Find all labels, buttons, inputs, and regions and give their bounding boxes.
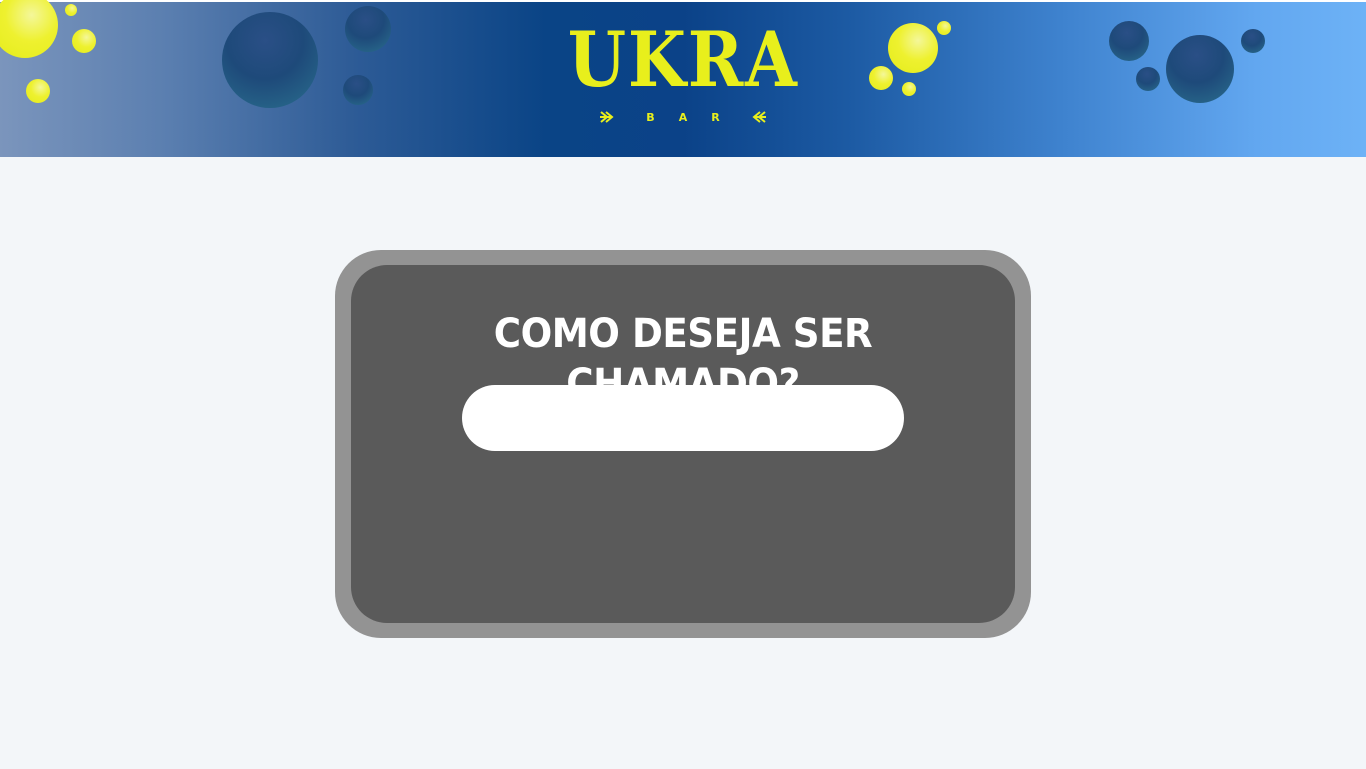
name-prompt-card-body: COMO DESEJA SER CHAMADO? (351, 265, 1015, 623)
header-banner: UKRA B A R (0, 0, 1366, 157)
decorative-bubble (222, 12, 318, 108)
decorative-bubble (888, 23, 938, 73)
logo-sub-letter: R (711, 110, 720, 124)
decorative-bubble (1241, 29, 1265, 53)
decorative-bubble (1136, 67, 1160, 91)
decorative-bubble (869, 66, 893, 90)
decorative-bubble (65, 4, 77, 16)
logo-sub-letters: B A R (646, 111, 719, 124)
name-prompt-card: COMO DESEJA SER CHAMADO? (335, 250, 1031, 638)
decorative-bubble (902, 82, 916, 96)
arrow-right-icon (600, 111, 614, 123)
decorative-bubble (1166, 35, 1234, 103)
decorative-bubble (1109, 21, 1149, 61)
brand-logo: UKRA (0, 18, 1366, 102)
decorative-bubble (937, 21, 951, 35)
arrow-left-icon (752, 111, 766, 123)
logo-subtitle: B A R (600, 108, 766, 126)
name-input[interactable] (462, 385, 904, 451)
decorative-bubble (345, 6, 391, 52)
header-top-line (0, 0, 1366, 2)
decorative-bubble (26, 79, 50, 103)
decorative-bubble (0, 0, 58, 58)
logo-sub-letter: A (678, 110, 688, 124)
decorative-bubble (343, 75, 373, 105)
logo-sub-letter: B (646, 110, 655, 124)
logo-wordmark: UKRA (567, 15, 799, 104)
decorative-bubble (72, 29, 96, 53)
